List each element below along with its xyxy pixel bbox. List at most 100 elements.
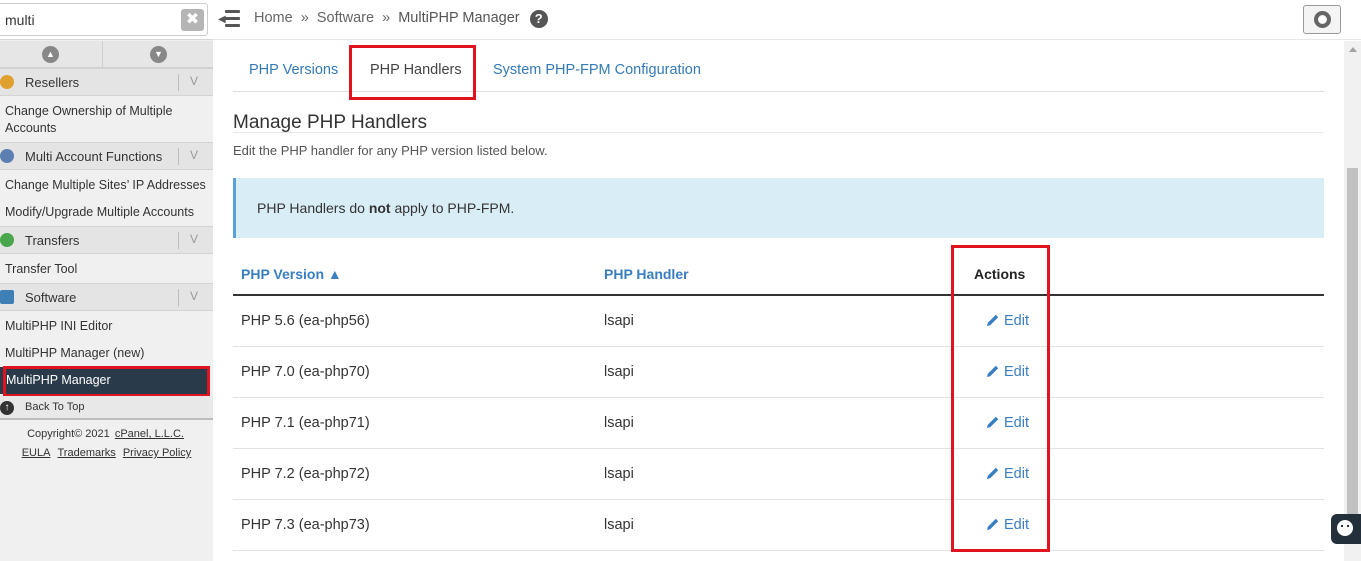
page-scrollbar[interactable] bbox=[1344, 41, 1361, 561]
php-version-cell: PHP 5.6 (ea-php56) bbox=[233, 295, 596, 347]
php-handler-cell: lsapi bbox=[596, 448, 960, 500]
edit-link[interactable]: Edit bbox=[968, 415, 1029, 431]
table-row: PHP 5.6 (ea-php56) lsapi Edit bbox=[233, 295, 1324, 347]
sidebar-item-ini-editor[interactable]: MultiPHP INI Editor bbox=[5, 318, 210, 335]
tab-php-handlers[interactable]: PHP Handlers bbox=[370, 62, 462, 78]
scroll-up-button[interactable]: ▲ bbox=[0, 41, 103, 68]
sidebar-item-multiphp-manager[interactable]: MultiPHP Manager bbox=[0, 367, 207, 394]
sidebar-group-label: Resellers bbox=[25, 75, 80, 90]
sidebar-group-multi-account[interactable]: Multi Account Functions V bbox=[0, 142, 213, 170]
column-header-php-version[interactable]: PHP Version ▲ bbox=[233, 254, 596, 296]
lifebuoy-icon bbox=[1314, 11, 1331, 28]
search-input[interactable] bbox=[0, 3, 208, 36]
cpanel-link[interactable]: cPanel, L.L.C. bbox=[115, 428, 184, 440]
software-icon bbox=[0, 290, 14, 304]
php-version-cell: PHP 7.2 (ea-php72) bbox=[233, 448, 596, 500]
divider bbox=[178, 232, 179, 249]
copyright: Copyright© 2021 cPanel, L.L.C. bbox=[0, 428, 213, 440]
chat-face-icon bbox=[1337, 520, 1353, 536]
privacy-policy-link[interactable]: Privacy Policy bbox=[123, 447, 191, 459]
php-version-cell: PHP 7.1 (ea-php71) bbox=[233, 397, 596, 449]
sidebar: ✖ ▲ ▼ Resellers V Change Ownership of Mu… bbox=[0, 0, 213, 561]
chat-widget-button[interactable] bbox=[1331, 514, 1361, 544]
actions-cell: Edit bbox=[960, 295, 1324, 347]
chevron-down-icon[interactable]: V bbox=[190, 74, 198, 88]
sidebar-item-change-ip[interactable]: Change Multiple Sites’ IP Addresses bbox=[5, 177, 210, 194]
chevron-up-icon: ▲ bbox=[42, 46, 59, 63]
table-row: PHP 7.1 (ea-php71) lsapi Edit bbox=[233, 397, 1324, 449]
sidebar-item-transfer-tool[interactable]: Transfer Tool bbox=[5, 261, 210, 278]
breadcrumb-current: MultiPHP Manager bbox=[398, 10, 520, 26]
support-button[interactable] bbox=[1303, 5, 1341, 34]
tab-bar: PHP Versions PHP Handlers System PHP-FPM… bbox=[233, 41, 1324, 92]
actions-cell: Edit bbox=[960, 448, 1324, 500]
sidebar-group-label: Multi Account Functions bbox=[25, 149, 163, 164]
divider bbox=[233, 132, 1324, 133]
breadcrumb-software[interactable]: Software bbox=[317, 10, 374, 26]
chevron-down-icon: ▼ bbox=[150, 46, 167, 63]
breadcrumb-separator: » bbox=[382, 10, 391, 26]
edit-link[interactable]: Edit bbox=[968, 517, 1029, 533]
pencil-icon bbox=[987, 518, 999, 530]
column-header-php-handler[interactable]: PHP Handler bbox=[596, 254, 960, 296]
pencil-icon bbox=[987, 365, 999, 377]
divider bbox=[178, 289, 179, 306]
table-row: PHP 7.0 (ea-php70) lsapi Edit bbox=[233, 346, 1324, 398]
sidebar-group-software[interactable]: Software V bbox=[0, 283, 213, 311]
divider bbox=[178, 74, 179, 91]
scroll-down-button[interactable]: ▼ bbox=[104, 41, 213, 68]
trademarks-link[interactable]: Trademarks bbox=[58, 447, 116, 459]
tab-php-versions[interactable]: PHP Versions bbox=[249, 62, 338, 78]
transfers-icon bbox=[0, 233, 14, 247]
multi-account-icon bbox=[0, 149, 14, 163]
php-handlers-table: PHP Version ▲ PHP Handler Actions PHP 5.… bbox=[233, 254, 1324, 551]
sidebar-group-label: Transfers bbox=[25, 233, 80, 248]
copyright-text: Copyright© 2021 bbox=[27, 428, 110, 440]
scroll-up-arrow-icon[interactable] bbox=[1349, 47, 1357, 52]
clear-search-icon[interactable]: ✖ bbox=[181, 9, 204, 31]
edit-link[interactable]: Edit bbox=[968, 313, 1029, 329]
php-handler-cell: lsapi bbox=[596, 499, 960, 551]
sidebar-item-manager-new[interactable]: MultiPHP Manager (new) bbox=[5, 345, 210, 362]
chevron-down-icon[interactable]: V bbox=[190, 289, 198, 303]
page-title: Manage PHP Handlers bbox=[233, 112, 427, 133]
actions-cell: Edit bbox=[960, 397, 1324, 449]
chevron-down-icon[interactable]: V bbox=[190, 148, 198, 162]
breadcrumb-separator: » bbox=[300, 10, 309, 26]
sidebar-item-change-ownership[interactable]: Change Ownership of Multiple Accounts bbox=[5, 103, 210, 137]
arrow-up-icon: ↑ bbox=[0, 401, 14, 415]
tab-system-php-fpm[interactable]: System PHP-FPM Configuration bbox=[493, 62, 701, 78]
table-header-row: PHP Version ▲ PHP Handler Actions bbox=[233, 254, 1324, 296]
sidebar-group-label: Software bbox=[25, 290, 77, 305]
eula-link[interactable]: EULA bbox=[22, 447, 51, 459]
table-row: PHP 7.2 (ea-php72) lsapi Edit bbox=[233, 448, 1324, 500]
menu-toggle-icon[interactable]: ◀ bbox=[218, 7, 242, 31]
column-header-actions: Actions bbox=[960, 254, 1324, 296]
back-to-top-label: Back To Top bbox=[25, 401, 85, 413]
alert-text: PHP Handlers do not apply to PHP-FPM. bbox=[257, 200, 515, 216]
edit-link[interactable]: Edit bbox=[968, 364, 1029, 380]
top-bar: ◀ Home » Software » MultiPHP Manager ? bbox=[213, 0, 1361, 40]
pencil-icon bbox=[987, 314, 999, 326]
breadcrumb-home[interactable]: Home bbox=[254, 10, 293, 26]
table-row: PHP 7.3 (ea-php73) lsapi Edit bbox=[233, 499, 1324, 551]
back-to-top-link[interactable]: ↑ Back To Top bbox=[0, 396, 213, 420]
sidebar-group-transfers[interactable]: Transfers V bbox=[0, 226, 213, 254]
pencil-icon bbox=[987, 467, 999, 479]
breadcrumb: Home » Software » MultiPHP Manager ? bbox=[254, 10, 548, 28]
edit-link[interactable]: Edit bbox=[968, 466, 1029, 482]
resellers-icon bbox=[0, 75, 14, 89]
help-icon[interactable]: ? bbox=[529, 10, 548, 28]
sidebar-group-resellers[interactable]: Resellers V bbox=[0, 68, 213, 96]
scrollbar-thumb[interactable] bbox=[1347, 168, 1358, 518]
footer-links: EULA Trademarks Privacy Policy bbox=[0, 447, 213, 459]
actions-cell: Edit bbox=[960, 346, 1324, 398]
sidebar-scroll-controls: ▲ ▼ bbox=[0, 41, 213, 68]
actions-cell: Edit bbox=[960, 499, 1324, 551]
sidebar-item-modify-upgrade[interactable]: Modify/Upgrade Multiple Accounts bbox=[5, 204, 210, 221]
chevron-down-icon[interactable]: V bbox=[190, 232, 198, 246]
php-handler-cell: lsapi bbox=[596, 397, 960, 449]
php-version-cell: PHP 7.3 (ea-php73) bbox=[233, 499, 596, 551]
php-handler-cell: lsapi bbox=[596, 346, 960, 398]
page-description: Edit the PHP handler for any PHP version… bbox=[233, 143, 548, 158]
